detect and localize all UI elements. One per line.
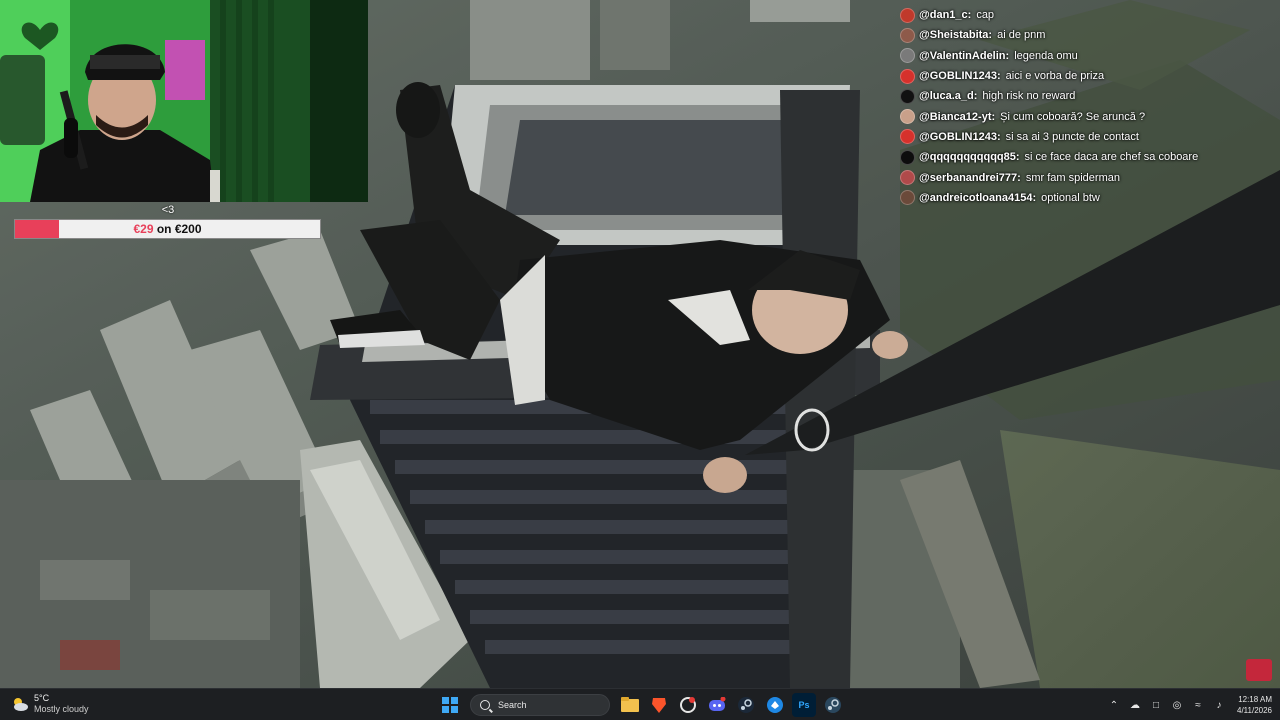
chat-text: ai de pnm <box>997 29 1046 42</box>
cloud-sync-icon[interactable]: ☁ <box>1126 696 1144 714</box>
webcam-overlay <box>0 0 368 202</box>
photoshop-label: Ps <box>798 700 810 710</box>
chat-message: @ValentinAdelin: legenda omu <box>900 46 1270 66</box>
chat-username[interactable]: @dan1_c: <box>919 9 971 21</box>
taskbar-center: Search Ps <box>438 693 850 717</box>
chat-message: @luca.a_d: high risk no reward <box>900 86 1270 106</box>
windows-start-icon[interactable] <box>438 693 462 717</box>
chat-message: @Bianca12-yt: Și cum coboară? Se aruncă ? <box>900 106 1270 126</box>
chat-username[interactable]: @Bianca12-yt: <box>919 111 995 123</box>
wifi-icon[interactable]: ≈ <box>1189 696 1207 714</box>
chat-username[interactable]: @GOBLIN1243: <box>919 131 1001 143</box>
chat-avatar <box>900 7 915 23</box>
steam-icon[interactable] <box>734 693 758 717</box>
system-tray: ⌃ ☁ □ ◎ ≈ ♪ 12:18 AM 4/11/2026 <box>1105 689 1280 720</box>
chevron-up-icon[interactable]: ⌃ <box>1105 696 1123 714</box>
volume-icon[interactable]: ♪ <box>1210 696 1228 714</box>
streamer-cam <box>0 0 368 202</box>
clock-time: 12:18 AM <box>1238 695 1272 704</box>
chat-message: @andreicotloana4154: optional btw <box>900 188 1270 208</box>
chat-message: @dan1_c: cap <box>900 5 1270 25</box>
chat-avatar <box>900 88 915 104</box>
chat-username[interactable]: @serbanandrei777: <box>919 172 1021 184</box>
chat-text: legenda omu <box>1014 49 1078 62</box>
chat-text: aici e vorba de priza <box>1005 70 1105 83</box>
weather-temp: 5°C <box>34 693 50 703</box>
chat-text: si sa ai 3 puncte de contact <box>1005 130 1139 143</box>
chat-message: @GOBLIN1243: si sa ai 3 puncte de contact <box>900 127 1270 147</box>
goal-heart: <3 <box>161 204 175 216</box>
chat-avatar <box>900 68 915 84</box>
chat-avatar <box>900 48 915 64</box>
goal-current: €29 <box>133 222 154 236</box>
microphone-icon[interactable]: ◎ <box>1168 696 1186 714</box>
network-icon[interactable]: □ <box>1147 696 1165 714</box>
chat-username[interactable]: @qqqqqqqqqqq85: <box>919 151 1020 163</box>
chat-text: optional btw <box>1041 191 1100 204</box>
chat-avatar <box>900 129 915 145</box>
cloud-sun-icon <box>10 694 30 714</box>
clock-date: 4/11/2026 <box>1237 706 1272 715</box>
chat-avatar <box>900 27 915 43</box>
chat-text: Și cum coboară? Se aruncă ? <box>1000 110 1146 123</box>
chat-text: smr fam spiderman <box>1025 171 1120 184</box>
chat-username[interactable]: @GOBLIN1243: <box>919 70 1001 82</box>
search-label: Search <box>498 700 527 710</box>
chat-avatar <box>900 109 915 125</box>
chat-username[interactable]: @luca.a_d: <box>919 90 977 102</box>
chat-username[interactable]: @Sheistabita: <box>919 29 992 41</box>
chat-message: @serbanandrei777: smr fam spiderman <box>900 167 1270 187</box>
chat-message: @qqqqqqqqqqq85: si ce face daca are chef … <box>900 147 1270 167</box>
donation-goal-bar: €29 on €200 <box>14 219 321 239</box>
weather-widget[interactable]: 5°C Mostly cloudy <box>10 693 89 715</box>
chatgpt-icon[interactable] <box>676 693 700 717</box>
taskbar: 5°C Mostly cloudy Search Ps ⌃ ☁ □ ◎ ≈ ♪ … <box>0 659 1280 720</box>
chat-avatar <box>900 149 915 165</box>
search-icon <box>480 700 490 710</box>
goal-separator: on <box>153 222 175 236</box>
chat-username[interactable]: @ValentinAdelin: <box>919 50 1009 62</box>
chat-text: high risk no reward <box>982 90 1076 103</box>
search-input[interactable]: Search <box>470 694 610 716</box>
chat-avatar <box>900 190 915 206</box>
file-explorer-icon[interactable] <box>618 693 642 717</box>
chat-text: cap <box>976 9 995 22</box>
chat-text: si ce face daca are chef sa coboare <box>1024 151 1199 164</box>
chat-message: @GOBLIN1243: aici e vorba de priza <box>900 66 1270 86</box>
chat-overlay: @dan1_c: cap @Sheistabita: ai de pnm @Valent… <box>900 5 1270 208</box>
weather-desc: Mostly cloudy <box>34 704 89 714</box>
steam-icon-2[interactable] <box>821 693 845 717</box>
chat-message: @Sheistabita: ai de pnm <box>900 25 1270 45</box>
goal-text: €29 on €200 <box>15 220 320 238</box>
discord-icon[interactable] <box>705 693 729 717</box>
goal-target: €200 <box>174 222 202 236</box>
notification-badge <box>1246 659 1272 681</box>
app-icon[interactable] <box>763 693 787 717</box>
chat-avatar <box>900 170 915 186</box>
clock[interactable]: 12:18 AM 4/11/2026 <box>1237 694 1272 716</box>
brave-browser-icon[interactable] <box>647 693 671 717</box>
chat-username[interactable]: @andreicotloana4154: <box>919 192 1036 204</box>
photoshop-icon[interactable]: Ps <box>792 693 816 717</box>
